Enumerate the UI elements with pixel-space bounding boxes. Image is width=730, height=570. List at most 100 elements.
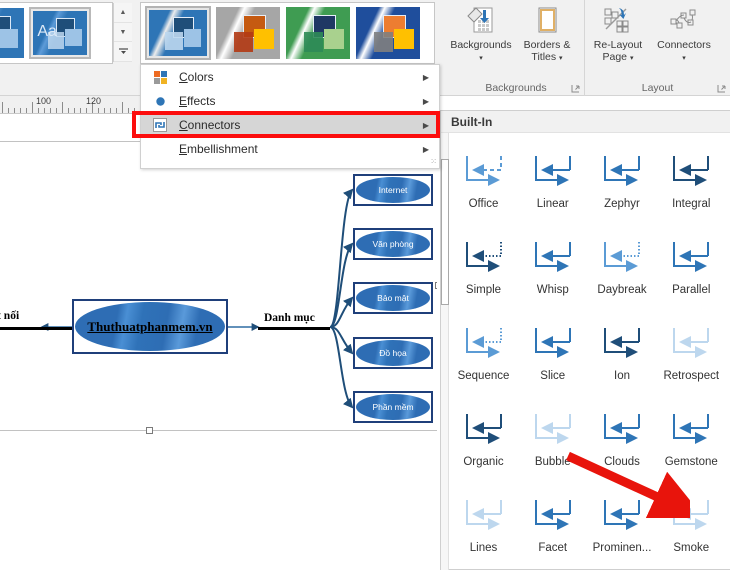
menu-resize-grip[interactable]: ⁙ [430,157,437,166]
menu-item-label: Colors [179,70,214,84]
theme-thumb-1[interactable]: Aa [29,7,91,59]
group-backgrounds: Backgrounds ▾ Borders & Titles ▾ Backgrounds [448,0,584,96]
ruler-tick [8,108,9,113]
ruler-tick [122,102,123,113]
re-layout-page-icon [603,5,633,37]
gallery-item-sequence[interactable]: Sequence [449,311,518,397]
scroll-up-button[interactable]: ▲ [114,3,132,23]
variant-thumb-1[interactable] [215,6,281,60]
ruler-tick [110,108,111,113]
diagram-node-internet[interactable]: Internet [353,174,433,206]
colors-swatch-icon [149,70,171,84]
gallery-item-daybreak[interactable]: Daybreak [588,225,657,311]
more-themes-button[interactable] [114,42,132,63]
gallery-item-office[interactable]: Office [449,139,518,225]
re-layout-page-button[interactable]: Re-Layout Page ▾ [585,0,651,64]
scroll-down-button[interactable]: ▼ [114,22,132,43]
themes-gallery-spinner[interactable]: ▲ ▼ [113,3,132,63]
label-line1: Connectors [657,39,711,51]
connector-style-thumb [663,233,720,279]
submenu-arrow-icon: ▶ [422,96,429,106]
smartart-style-menu[interactable]: Colors ▶ Effects ▶ Connectors ▶ Embellishment ▶… [140,64,440,169]
menu-item-effects[interactable]: Effects ▶ [141,89,439,113]
diagram-node-van-phong[interactable]: Văn phòng [353,228,433,260]
label-line2: Titles [531,50,557,63]
ruler-tick [44,108,45,113]
ruler-tick [20,108,21,113]
connector-style-thumb [594,319,650,365]
button-label: Connectors ▾ [657,39,711,64]
themes-gallery[interactable]: Aa [0,2,113,64]
variants-gallery[interactable] [140,2,435,64]
dialog-launcher-icon[interactable] [717,84,726,93]
variant-art [216,7,280,59]
ruler-tick [56,108,57,113]
menu-item-connectors[interactable]: Connectors ▶ [141,113,439,137]
gallery-item-linear[interactable]: Linear [518,139,587,225]
gallery-item-simple[interactable]: Simple [449,225,518,311]
submenu-arrow-icon: ▶ [422,120,429,130]
connector-style-thumb [663,405,720,451]
ruler-tick [50,108,51,113]
gallery-item-ion[interactable]: Ion [588,311,657,397]
gallery-item-zephyr[interactable]: Zephyr [588,139,657,225]
backgrounds-button[interactable]: Backgrounds ▾ [448,0,514,64]
gallery-item-label: Ion [614,370,630,382]
ruler-tick [116,108,117,113]
branch-label-danh-muc: Danh mục [264,312,315,324]
ruler-tick [26,108,27,113]
node-label: Internet [378,185,408,195]
diagram-node-phan-mem[interactable]: Phần mềm [353,391,433,423]
ruler-tick [38,108,39,113]
node-label: Văn phòng [372,239,414,249]
connectors-icon [669,5,699,37]
connector-style-thumb [455,491,512,537]
ruler-tick [62,102,63,113]
connectors-button[interactable]: Connectors ▾ [651,0,717,64]
diagram-connector [329,188,354,328]
document-canvas[interactable]: ết nối Danh mục Thuthuatphanmem.vn Inter… [0,114,437,570]
menu-item-colors[interactable]: Colors ▶ [141,65,439,89]
gallery-item-organic[interactable]: Organic [449,397,518,483]
menu-item-label: Embellishment [179,142,258,156]
chevron-down-icon: ▾ [629,54,634,62]
borders-titles-button[interactable]: Borders & Titles ▾ [514,0,580,64]
connector-style-thumb [594,147,650,193]
node-label: Bảo mật [377,293,409,303]
variant-thumb-2[interactable] [285,6,351,60]
group-title: Backgrounds [485,82,547,94]
ruler-tick [68,108,69,113]
gallery-item-parallel[interactable]: Parallel [657,225,726,311]
diagram-connector [329,326,354,409]
theme-aa-label: Aa [37,23,57,41]
label-line1: Borders & [523,39,571,51]
ruler-tick [74,108,75,113]
dialog-launcher-icon[interactable] [571,84,580,93]
resize-grip[interactable]: ⁙ [425,132,434,568]
diagram-node-bao-mat[interactable]: Bảo mật [353,282,433,314]
connector-style-thumb [594,405,650,451]
variant-thumb-0[interactable] [145,6,211,60]
diagram-node-do-hoa[interactable]: Đồ họa [353,337,433,369]
gallery-item-retrospect[interactable]: Retrospect [657,311,726,397]
ruler-tick [32,102,33,113]
gallery-item-slice[interactable]: Slice [518,311,587,397]
gallery-item-integral[interactable]: Integral [657,139,726,225]
diagram-node-root[interactable]: Thuthuatphanmem.vn [72,299,228,354]
red-pointer-arrow [566,451,690,518]
connector-style-thumb [594,233,650,279]
gallery-item-label: Retrospect [663,370,720,382]
selection-handle-right[interactable] [435,282,437,289]
gallery-item-lines[interactable]: Lines [449,483,518,569]
menu-item-embellishment[interactable]: Embellishment ▶ [141,137,439,161]
variant-thumb-3[interactable] [355,6,421,60]
theme-art: Aa [33,11,87,55]
theme-thumb-0[interactable] [0,7,25,59]
selection-handle-bottom[interactable] [146,427,153,434]
ruler-tick [134,108,135,113]
ruler-tick [86,108,87,113]
theme-art [0,8,24,58]
ruler-tick [128,108,129,113]
gallery-item-whisp[interactable]: Whisp [518,225,587,311]
ruler-label: 120 [86,96,102,106]
